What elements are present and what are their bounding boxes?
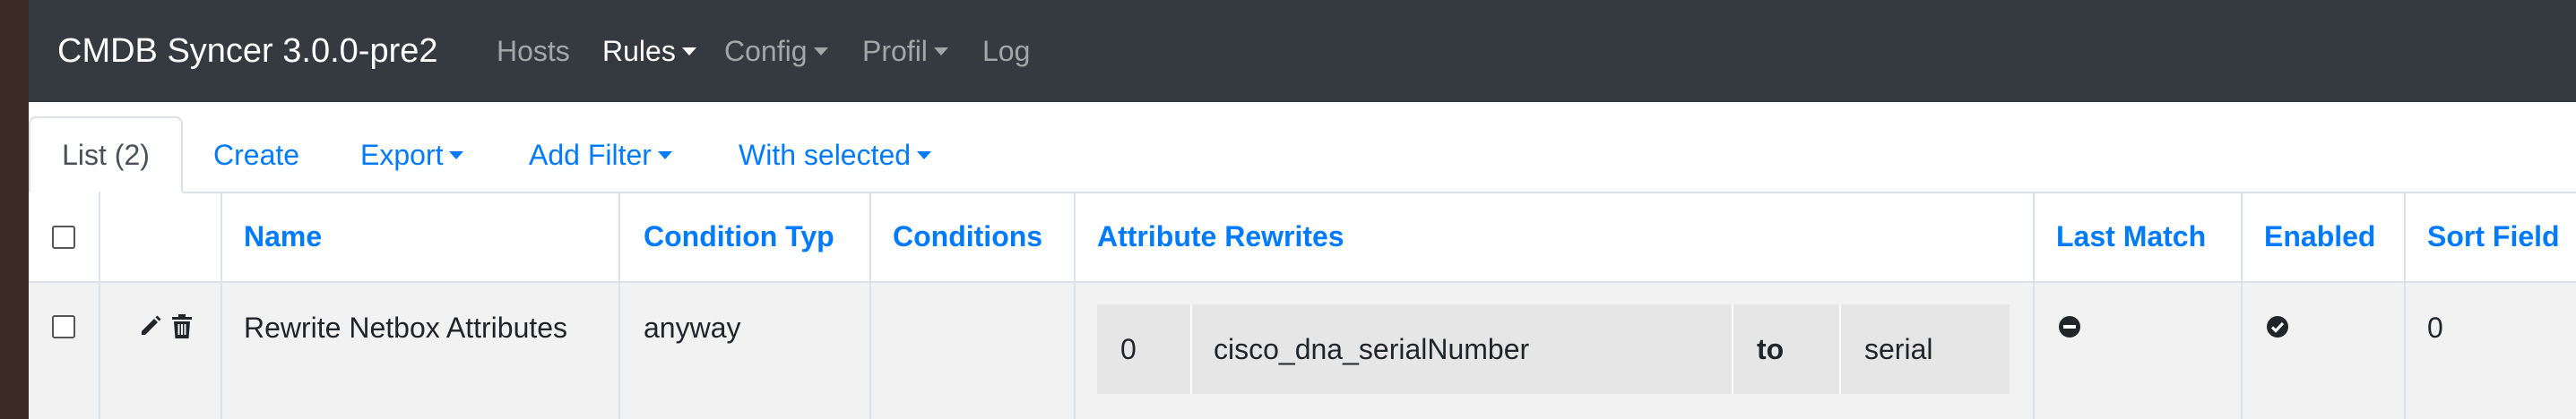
caret-down-icon: [917, 151, 932, 159]
column-header-name[interactable]: Name: [244, 192, 322, 281]
column-divider: [869, 192, 871, 419]
tab-add-filter-dropdown[interactable]: Add Filter: [529, 118, 672, 192]
minus-circle-icon: [2059, 316, 2080, 338]
nav-profil-dropdown[interactable]: Profil: [862, 0, 948, 102]
column-header-condition-typ[interactable]: Condition Typ: [644, 192, 834, 281]
brand-title[interactable]: CMDB Syncer 3.0.0-pre2: [57, 0, 438, 102]
rewrite-index: 0: [1120, 333, 1137, 365]
attribute-rewrite-row: 0 cisco_dna_serialNumber to serial: [1097, 304, 2010, 394]
rewrite-target-attribute: serial: [1864, 333, 1933, 365]
caret-down-icon: [657, 151, 672, 159]
nav-log[interactable]: Log: [982, 0, 1030, 102]
trash-icon[interactable]: [170, 313, 194, 340]
tab-with-selected-dropdown[interactable]: With selected: [739, 118, 932, 192]
rewrite-source-attribute: cisco_dna_serialNumber: [1214, 333, 1530, 365]
rewrite-to-label: to: [1757, 333, 1785, 365]
column-divider: [2241, 192, 2243, 419]
nav-hosts[interactable]: Hosts: [497, 0, 570, 102]
tab-export-dropdown[interactable]: Export: [360, 118, 464, 192]
select-all-checkbox[interactable]: [52, 226, 75, 249]
column-divider: [2033, 192, 2035, 419]
column-divider: [220, 192, 222, 419]
rewrite-divider: [1839, 304, 1841, 394]
column-header-enabled[interactable]: Enabled: [2264, 192, 2375, 281]
column-header-sort-field[interactable]: Sort Field: [2427, 192, 2560, 281]
column-divider: [1074, 192, 1076, 419]
nav-rules-dropdown[interactable]: Rules: [602, 0, 696, 102]
check-circle-icon: [2267, 316, 2288, 338]
column-divider: [2404, 192, 2406, 419]
column-divider: [99, 192, 100, 419]
column-divider: [618, 192, 620, 419]
caret-down-icon: [681, 47, 696, 56]
pencil-icon[interactable]: [138, 313, 163, 338]
tab-list[interactable]: List (2): [29, 116, 183, 193]
condition-typ-value: anyway: [644, 312, 741, 344]
row-select-checkbox[interactable]: [52, 315, 75, 338]
column-header-attribute-rewrites: Attribute Rewrites: [1097, 220, 1344, 252]
sort-field-value: 0: [2427, 312, 2443, 344]
nav-config-dropdown[interactable]: Config: [724, 0, 828, 102]
rewrite-divider: [1732, 304, 1733, 394]
caret-down-icon: [813, 47, 828, 56]
top-navbar: CMDB Syncer 3.0.0-pre2 Hosts Rules Confi…: [29, 0, 2576, 102]
column-header-last-match[interactable]: Last Match: [2056, 192, 2206, 281]
tab-create[interactable]: Create: [213, 118, 299, 192]
rule-name: Rewrite Netbox Attributes: [244, 312, 568, 344]
app-window: CMDB Syncer 3.0.0-pre2 Hosts Rules Confi…: [29, 0, 2576, 419]
caret-down-icon: [933, 47, 948, 56]
rewrite-divider: [1190, 304, 1192, 394]
action-tabs: List (2) Create Export Add Filter With s…: [29, 102, 2576, 193]
caret-down-icon: [449, 151, 464, 159]
column-header-conditions: Conditions: [893, 220, 1043, 252]
